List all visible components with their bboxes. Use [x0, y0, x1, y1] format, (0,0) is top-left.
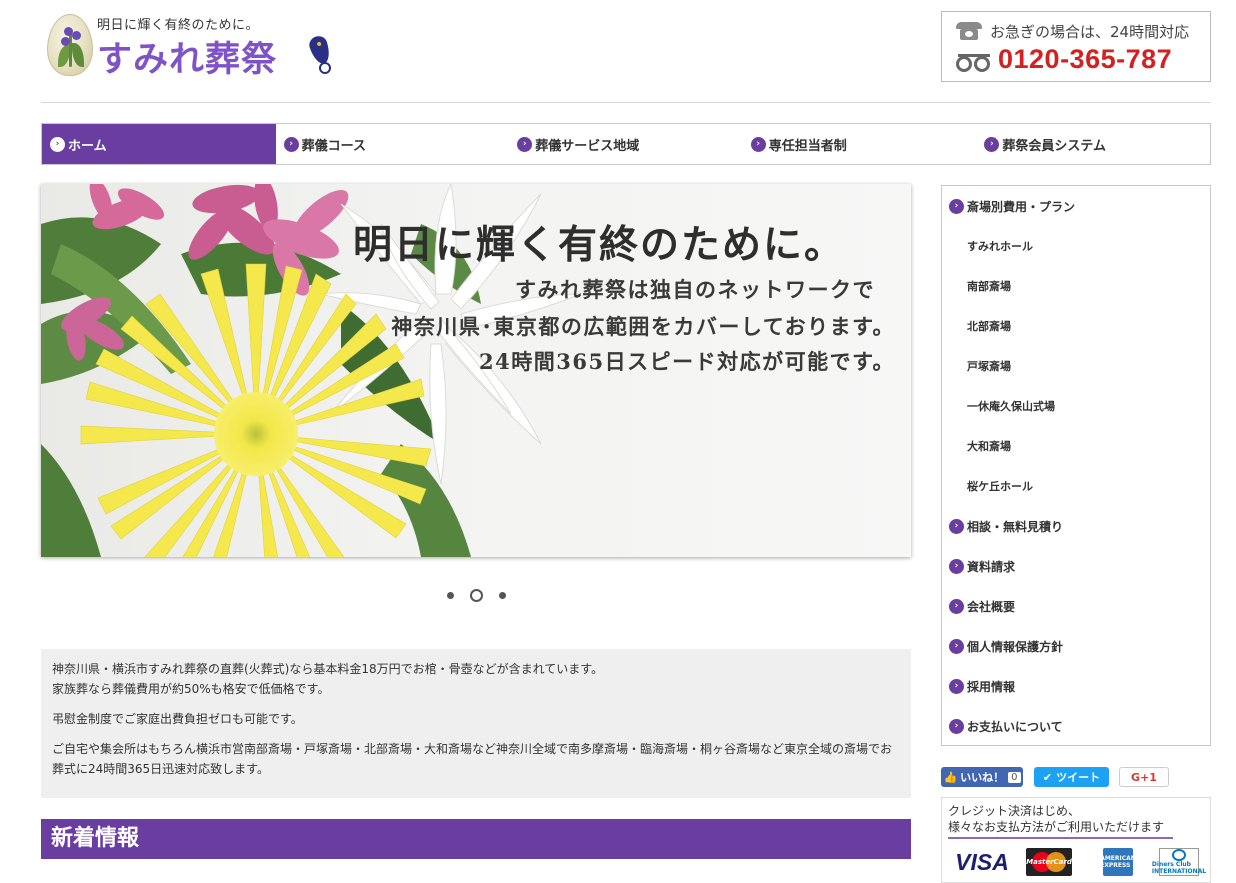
sidebar-hall-nanbu[interactable]: 南部斎場 — [942, 266, 1210, 306]
phone-note: お急ぎの場合は、24時間対応 — [990, 23, 1190, 41]
chevron-right-icon: › — [949, 718, 964, 734]
nav-home[interactable]: › ホーム — [42, 124, 276, 164]
like-count: 0 — [1008, 771, 1021, 783]
sidebar-hall-sumire[interactable]: すみれホール — [942, 226, 1210, 266]
chevron-right-icon: › — [949, 558, 964, 574]
slider-dot-1[interactable] — [447, 592, 454, 599]
twitter-bird-icon: ✔ — [1042, 770, 1053, 784]
nav-funeral-course[interactable]: › 葬儀コース — [276, 124, 510, 164]
logo-brand-name[interactable]: すみれ葬祭 — [97, 31, 277, 82]
freedial-icon — [956, 54, 992, 74]
facebook-like-button[interactable]: 👍 いいね！ 0 — [941, 767, 1023, 787]
slider-dot-2[interactable] — [470, 589, 483, 602]
sidebar-item-label: お支払いについて — [967, 719, 1063, 734]
logo-drop-icon — [307, 33, 333, 67]
logo-ring-icon — [319, 62, 331, 74]
intro-paragraph-1: 神奈川県・横浜市すみれ葬祭の直葬(火葬式)なら基本料金18万円でお棺・骨壺などが… — [52, 662, 604, 696]
payment-line-1: クレジット決済はじめ、 — [948, 804, 1081, 818]
sidebar-item-label: 資料請求 — [967, 559, 1016, 574]
sidebar-hall-ikkyuan[interactable]: 一休庵久保山式場 — [942, 386, 1210, 426]
sidebar-hall-yamato[interactable]: 大和斎場 — [942, 426, 1210, 466]
nav-membership[interactable]: › 葬祭会員システム — [976, 124, 1210, 164]
chevron-right-icon: › — [949, 638, 964, 654]
intro-text-box: 神奈川県・横浜市すみれ葬祭の直葬(火葬式)なら基本料金18万円でお棺・骨壺などが… — [41, 649, 911, 798]
hero-title: 明日に輝く有終のために。 — [353, 222, 846, 268]
diners-label: Diners Club INTERNATIONAL — [1151, 861, 1207, 875]
nav-label: 葬儀サービス地域 — [535, 138, 640, 154]
visa-logo-icon: VISA — [955, 848, 1009, 875]
sidebar-hall-totsuka[interactable]: 戸塚斎場 — [942, 346, 1210, 386]
intro-paragraph-3: ご自宅や集会所はもちろん横浜市営南部斎場・戸塚斎場・北部斎場・大和斎場など神奈川… — [52, 742, 893, 776]
mastercard-label: MasterCard — [1026, 858, 1072, 866]
chevron-right-icon: › — [949, 518, 964, 534]
thumbs-up-icon: 👍 — [943, 770, 958, 784]
sidebar-item-label: 相談・無料見積り — [967, 519, 1064, 534]
sidebar-hall-sakuragaoka[interactable]: 桜ケ丘ホール — [942, 466, 1210, 506]
sidebar-item-brochure[interactable]: › 資料請求 — [942, 546, 1210, 586]
sidebar-item-label: 個人情報保護方針 — [967, 639, 1064, 654]
nav-dedicated-staff[interactable]: › 専任担当者制 — [743, 124, 977, 164]
payment-line-2: 様々なお支払方法がご利用いただけます — [948, 820, 1165, 834]
hero-line-1: すみれ葬祭は独自のネットワークで — [515, 277, 875, 302]
hero-slider[interactable]: 明日に輝く有終のために。 すみれ葬祭は独自のネットワークで 神奈川県･東京都の広… — [41, 184, 911, 557]
main-nav: › ホーム › 葬儀コース › 葬儀サービス地域 › 専任担当者制 › 葬祭会員システム — [41, 123, 1211, 165]
sidebar-hall-hokubu[interactable]: 北部斎場 — [942, 306, 1210, 346]
nav-label: 専任担当者制 — [768, 138, 847, 154]
sidebar-menu: › 斎場別費用・プラン すみれホール 南部斎場 北部斎場 戸塚斎場 一休庵久保山式… — [941, 185, 1211, 746]
like-label: いいね！ — [960, 771, 1005, 784]
payment-text: クレジット決済はじめ、 様々なお支払方法がご利用いただけます — [948, 803, 1164, 835]
news-heading: 新着情報 — [41, 819, 911, 859]
chevron-right-icon: › — [50, 136, 65, 152]
amex-logo-icon: AMERICAN EXPRESS — [1100, 848, 1136, 876]
google-plus-button[interactable]: G+1 — [1119, 767, 1169, 787]
chevron-right-icon: › — [283, 136, 299, 152]
site-header: 明日に輝く有終のために。 すみれ葬祭 お急ぎの場合は、24時間対応 0120-3… — [41, 0, 1211, 103]
sidebar-item-privacy[interactable]: › 個人情報保護方針 — [942, 626, 1210, 666]
payment-divider — [948, 837, 1173, 839]
chevron-right-icon: › — [949, 198, 964, 214]
chevron-right-icon: › — [517, 136, 533, 152]
nav-label: 葬祭会員システム — [1002, 138, 1106, 154]
tweet-button[interactable]: ✔ ツイート — [1034, 767, 1109, 787]
sidebar-item-label: 斎場別費用・プラン — [967, 199, 1076, 214]
hero-line-2: 神奈川県･東京都の広範囲をカバーしております。 — [391, 314, 895, 339]
hero-line-3: 24時間365日スピード対応が可能です。 — [479, 349, 895, 374]
phone-contact-box[interactable]: お急ぎの場合は、24時間対応 0120-365-787 — [941, 11, 1211, 82]
sidebar-item-plans[interactable]: › 斎場別費用・プラン — [942, 186, 1210, 226]
logo-violet-egg-icon[interactable] — [47, 14, 93, 76]
chevron-right-icon: › — [750, 136, 766, 152]
slider-pagination — [443, 588, 513, 604]
diners-logo-icon: Diners Club INTERNATIONAL — [1152, 848, 1206, 876]
phone-number[interactable]: 0120-365-787 — [998, 44, 1172, 75]
nav-label: 葬儀コース — [301, 138, 366, 154]
nav-label: ホーム — [68, 138, 107, 154]
chevron-right-icon: › — [949, 678, 964, 694]
tweet-label: ツイート — [1056, 771, 1101, 784]
payment-methods-banner[interactable]: クレジット決済はじめ、 様々なお支払方法がご利用いただけます VISA Mast… — [941, 797, 1211, 883]
chevron-right-icon: › — [984, 136, 1000, 152]
mastercard-logo-icon: MasterCard — [1026, 848, 1072, 876]
slider-dot-3[interactable] — [499, 592, 506, 599]
chevron-right-icon: › — [949, 598, 964, 614]
sidebar-item-payment[interactable]: › お支払いについて — [942, 706, 1210, 746]
sidebar-item-company[interactable]: › 会社概要 — [942, 586, 1210, 626]
intro-paragraph-2: 弔慰金制度でご家庭出費負担ゼロも可能です。 — [52, 712, 303, 726]
sidebar-item-consultation[interactable]: › 相談・無料見積り — [942, 506, 1210, 546]
sidebar-item-label: 会社概要 — [967, 599, 1016, 614]
sidebar-item-label: 採用情報 — [967, 679, 1016, 694]
nav-service-area[interactable]: › 葬儀サービス地域 — [509, 124, 743, 164]
telephone-icon — [956, 22, 982, 40]
sidebar-item-recruit[interactable]: › 採用情報 — [942, 666, 1210, 706]
